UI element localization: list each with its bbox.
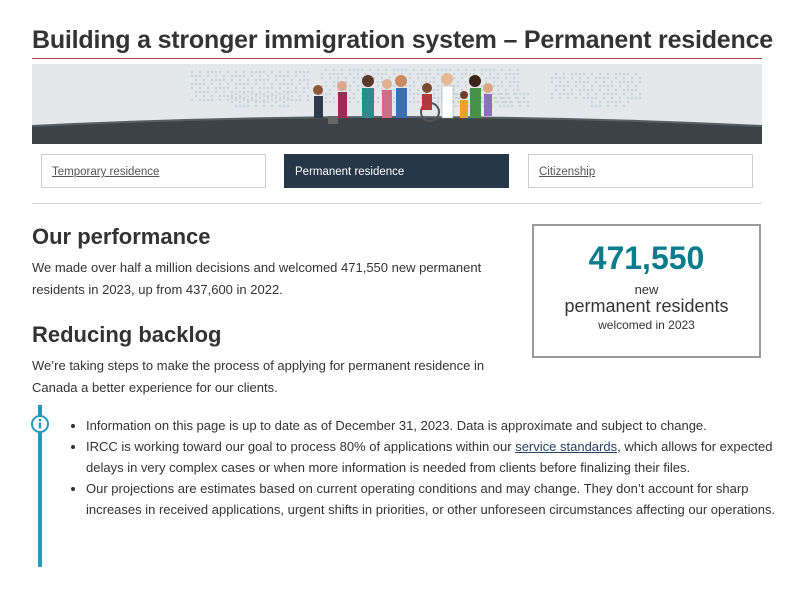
tab-citizenship-label[interactable]: Citizenship	[539, 166, 595, 178]
people-illustration	[32, 68, 762, 144]
list-item: Our projections are estimates based on c…	[86, 478, 776, 520]
page-title: Building a stronger immigration system –…	[32, 26, 773, 54]
section-tabs: Temporary residence Permanent residence …	[41, 154, 753, 190]
tab-temporary-residence-label[interactable]: Temporary residence	[52, 166, 159, 178]
banner-illustration	[32, 64, 762, 144]
list-item: IRCC is working toward our goal to proce…	[86, 436, 776, 478]
stat-line-3: welcomed in 2023	[598, 318, 695, 332]
tabs-divider	[32, 203, 762, 204]
note-text-2-before: IRCC is working toward our goal to proce…	[86, 439, 516, 454]
stat-line-1: new	[634, 282, 659, 297]
performance-text: We made over half a million decisions an…	[32, 260, 482, 297]
stat-line-2: permanent residents	[564, 296, 729, 316]
tab-permanent-residence-label: Permanent residence	[295, 166, 405, 178]
stat-box: 471,550 new permanent residents welcomed…	[532, 224, 761, 358]
tab-citizenship[interactable]: Citizenship	[528, 154, 753, 188]
title-divider	[32, 58, 762, 59]
list-item: Information on this page is up to date a…	[86, 415, 776, 436]
performance-heading: Our performance	[32, 224, 211, 249]
note-text-3: Our projections are estimates based on c…	[86, 481, 776, 517]
stat-number: 471,550	[588, 240, 705, 276]
tab-temporary-residence[interactable]: Temporary residence	[41, 154, 266, 188]
tab-permanent-residence[interactable]: Permanent residence	[284, 154, 509, 188]
notes-list: Information on this page is up to date a…	[72, 415, 776, 520]
info-icon	[31, 415, 49, 433]
backlog-text: We’re taking steps to make the process o…	[32, 358, 485, 395]
service-standards-link[interactable]: service standards	[515, 439, 617, 454]
note-text-1: Information on this page is up to date a…	[86, 418, 707, 433]
backlog-heading: Reducing backlog	[32, 322, 222, 347]
